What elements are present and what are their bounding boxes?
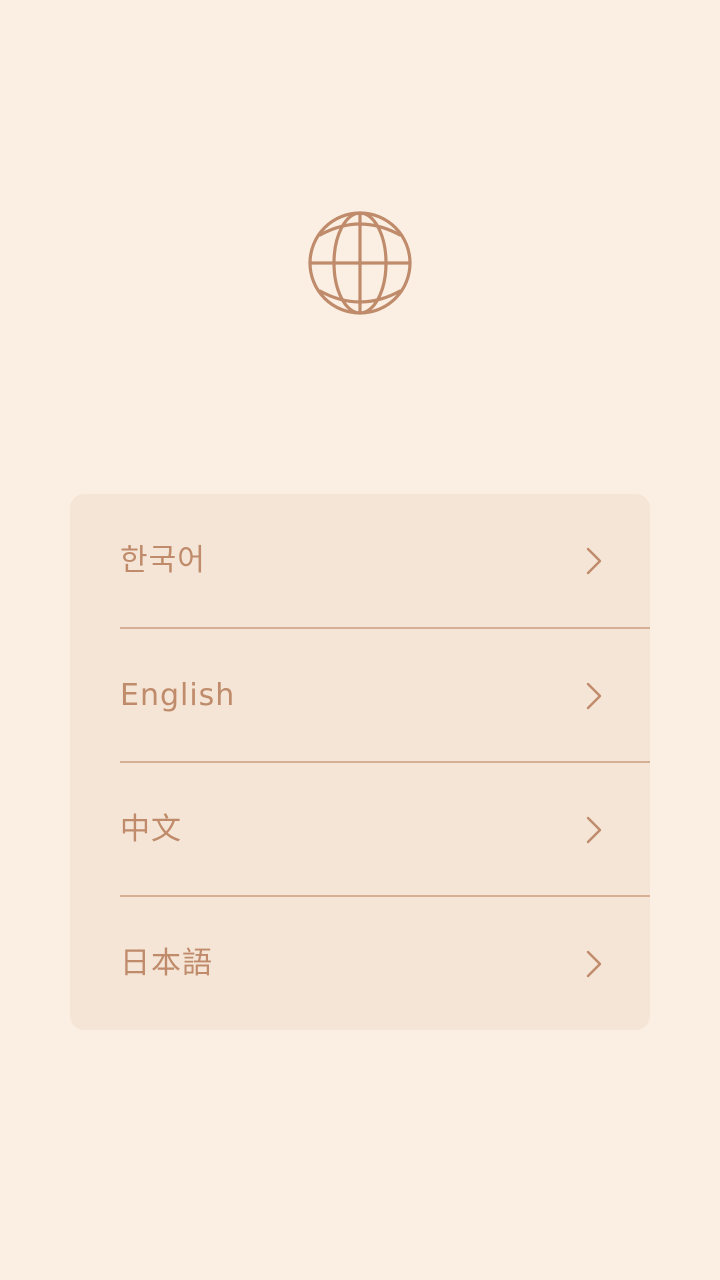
language-list: 한국어 English 中文 日本語 bbox=[70, 494, 650, 1030]
language-select-screen: 한국어 English 中文 日本語 bbox=[0, 0, 720, 1280]
language-label: 한국어 bbox=[120, 543, 206, 578]
chevron-right-icon bbox=[583, 546, 605, 576]
language-item-english[interactable]: English bbox=[70, 629, 650, 763]
language-item-chinese[interactable]: 中文 bbox=[70, 763, 650, 897]
language-label: 日本語 bbox=[120, 946, 213, 981]
language-label: English bbox=[120, 678, 236, 713]
language-label: 中文 bbox=[120, 812, 182, 847]
language-item-japanese[interactable]: 日本語 bbox=[70, 897, 650, 1030]
chevron-right-icon bbox=[583, 681, 605, 711]
globe-icon bbox=[306, 209, 414, 317]
language-item-korean[interactable]: 한국어 bbox=[70, 494, 650, 628]
chevron-right-icon bbox=[583, 815, 605, 845]
chevron-right-icon bbox=[583, 949, 605, 979]
